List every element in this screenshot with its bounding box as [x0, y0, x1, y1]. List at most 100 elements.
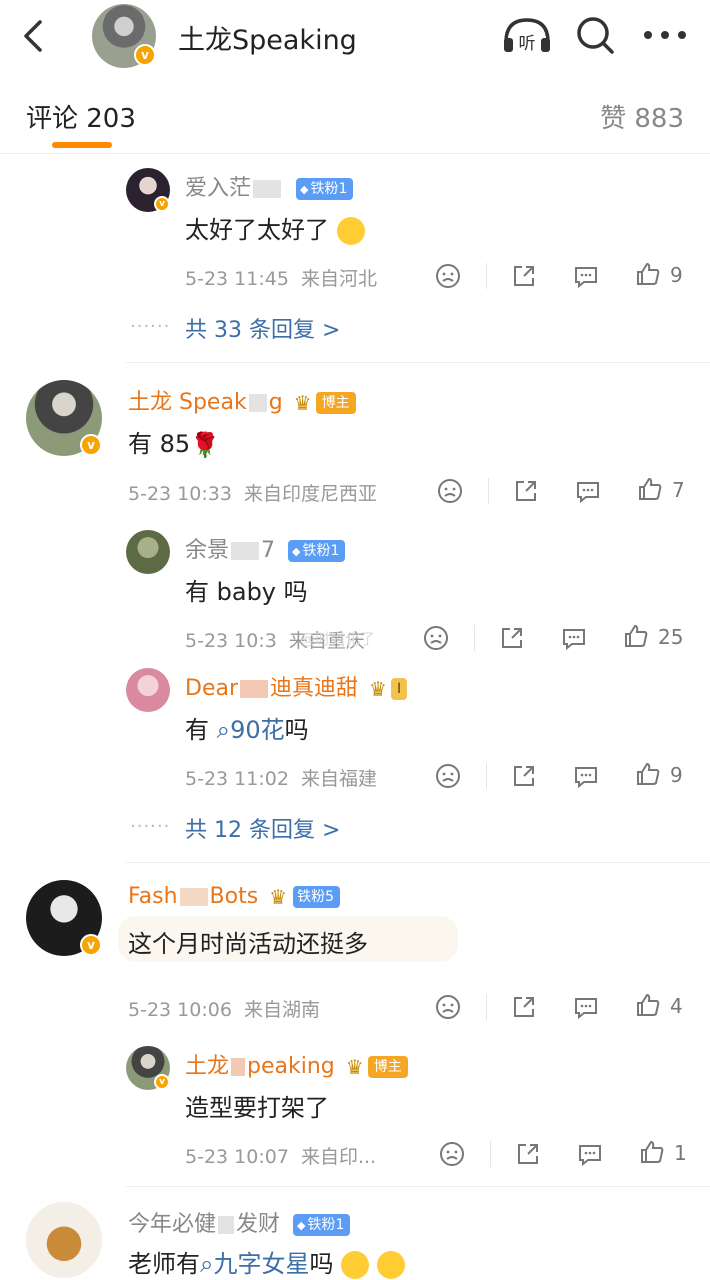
dislike-icon[interactable]: [434, 262, 462, 290]
tab-likes[interactable]: 赞 883: [600, 98, 684, 135]
crown-icon: ♛: [345, 1055, 364, 1079]
comment-time: 5-23 10:06: [128, 999, 232, 1021]
blogger-badge: 博主: [315, 392, 356, 414]
commenter-name[interactable]: 土龙 peaking ♛ 博主: [185, 1048, 408, 1080]
listen-icon[interactable]: 听: [500, 14, 554, 56]
verified-badge-icon: v: [80, 434, 102, 456]
thread-dots: ······: [130, 316, 171, 337]
tab-comments[interactable]: 评论 203: [26, 98, 136, 135]
fan-badge-label: 铁粉5: [297, 889, 335, 905]
pleading-face-emoji-icon: [336, 217, 365, 245]
fan-level-badge: 铁粉5: [293, 886, 341, 908]
commenter-name-suffix[interactable]: 7: [261, 538, 275, 563]
separator: [126, 862, 710, 863]
fan-level-badge: ◆ 铁粉1: [293, 1214, 351, 1236]
search-icon[interactable]: [574, 14, 616, 56]
comment-meta: 5-23 10:07 来自印...: [185, 1142, 376, 1169]
like-icon[interactable]: [638, 1138, 666, 1166]
comment-text-prefix: 有: [185, 716, 209, 744]
more-options-icon[interactable]: [640, 18, 690, 52]
comment-tab-bar: 评论 203 赞 883: [0, 74, 710, 154]
crown-icon: ♛: [293, 391, 312, 415]
comment-text: 造型要打架了: [185, 1094, 329, 1122]
comment-meta: 5-23 11:45 来自河北: [185, 264, 377, 291]
blurred-text: [240, 680, 269, 698]
dislike-icon[interactable]: [436, 477, 464, 505]
like-icon[interactable]: [634, 760, 662, 788]
commenter-name-suffix[interactable]: Bots: [210, 884, 259, 909]
commenter-name[interactable]: 土龙 Speak g ♛ 博主: [128, 384, 356, 416]
view-more-replies-link[interactable]: 共 12 条回复 >: [185, 812, 340, 844]
divider: [474, 625, 475, 651]
commenter-name-suffix[interactable]: 迪真迪甜: [270, 676, 358, 701]
comment-text-content: 有 85: [128, 430, 191, 458]
view-more-replies-link[interactable]: 共 33 条回复 >: [185, 312, 340, 344]
dislike-icon[interactable]: [422, 624, 450, 652]
commenter-name-text[interactable]: 土龙 Speak: [128, 390, 247, 415]
fan-badge-label: 铁粉1: [302, 543, 340, 559]
commenter-name[interactable]: Fash Bots ♛ 铁粉5: [128, 884, 341, 909]
blurred-text: [231, 542, 260, 560]
topic-search-link[interactable]: ⌕九字女星: [200, 1250, 309, 1278]
share-icon[interactable]: [498, 624, 526, 652]
back-arrow-icon[interactable]: [18, 16, 48, 56]
comment-time: 5-23 11:45: [185, 268, 289, 290]
svg-text:听: 听: [519, 34, 536, 54]
commenter-name-text[interactable]: 余景: [185, 538, 229, 563]
commenter-name-text[interactable]: Dear: [185, 676, 238, 701]
dislike-icon[interactable]: [434, 762, 462, 790]
commenter-name[interactable]: 今年必健 发财 ◆ 铁粉1: [128, 1206, 351, 1238]
comment-text: 有 85🌹: [128, 424, 220, 459]
comment-icon[interactable]: [572, 993, 600, 1021]
commenter-name-text[interactable]: Fash: [128, 884, 178, 909]
dislike-icon[interactable]: [438, 1140, 466, 1168]
comment-time: 5-23 10:07: [185, 1146, 289, 1168]
like-icon[interactable]: [622, 622, 650, 650]
like-count: 9: [670, 263, 683, 287]
page-title[interactable]: 土龙Speaking: [178, 18, 357, 57]
comment-meta: 5-23 10:33 来自印度尼西亚: [128, 479, 377, 506]
topic-link-text[interactable]: 90花: [230, 716, 285, 744]
blurred-text: [179, 888, 208, 906]
watermark: @时尚化了: [300, 630, 376, 648]
comment-icon[interactable]: [574, 477, 602, 505]
comment-text-prefix: 老师有: [128, 1250, 200, 1278]
like-icon[interactable]: [636, 475, 664, 503]
verified-badge-icon: v: [134, 44, 156, 66]
commenter-name-suffix[interactable]: 发财: [236, 1212, 280, 1237]
like-count: 7: [672, 478, 685, 502]
share-icon[interactable]: [514, 1140, 542, 1168]
commenter-name-suffix[interactable]: g: [269, 390, 283, 415]
commenter-name[interactable]: 余景 7 ◆ 铁粉1: [185, 532, 346, 564]
comment-icon[interactable]: [560, 624, 588, 652]
like-icon[interactable]: [634, 991, 662, 1019]
comment-meta: 5-23 11:02 来自福建: [185, 764, 377, 791]
avatar[interactable]: [126, 668, 170, 712]
share-icon[interactable]: [510, 762, 538, 790]
fan-level-badge: ◆ 铁粉1: [296, 178, 354, 200]
avatar[interactable]: [126, 530, 170, 574]
commenter-name-suffix[interactable]: peaking: [247, 1054, 335, 1079]
share-icon[interactable]: [510, 993, 538, 1021]
commenter-name-text[interactable]: 今年必健: [128, 1212, 216, 1237]
dislike-icon[interactable]: [434, 993, 462, 1021]
comment-icon[interactable]: [572, 262, 600, 290]
comment-icon[interactable]: [572, 762, 600, 790]
commenter-name[interactable]: Dear 迪真迪甜 ♛ I: [185, 670, 408, 702]
avatar[interactable]: [26, 1202, 102, 1278]
commenter-name[interactable]: 爱入茫 ◆ 铁粉1: [185, 170, 354, 202]
comment-icon[interactable]: [576, 1140, 604, 1168]
blogger-badge: 博主: [367, 1056, 408, 1078]
commenter-name-text[interactable]: 爱入茫: [185, 176, 251, 201]
comment-time: 5-23 10:33: [128, 483, 232, 505]
blurred-text: [253, 180, 282, 198]
commenter-name-text[interactable]: 土龙: [185, 1054, 229, 1079]
share-icon[interactable]: [510, 262, 538, 290]
topic-link-text[interactable]: 九字女星: [213, 1250, 309, 1278]
share-icon[interactable]: [512, 477, 540, 505]
comment-text: 这个月时尚活动还挺多: [128, 930, 368, 958]
comment-location: 来自印度尼西亚: [244, 483, 378, 505]
like-count: 25: [658, 625, 684, 649]
like-icon[interactable]: [634, 260, 662, 288]
topic-search-link[interactable]: ⌕90花: [217, 716, 285, 744]
